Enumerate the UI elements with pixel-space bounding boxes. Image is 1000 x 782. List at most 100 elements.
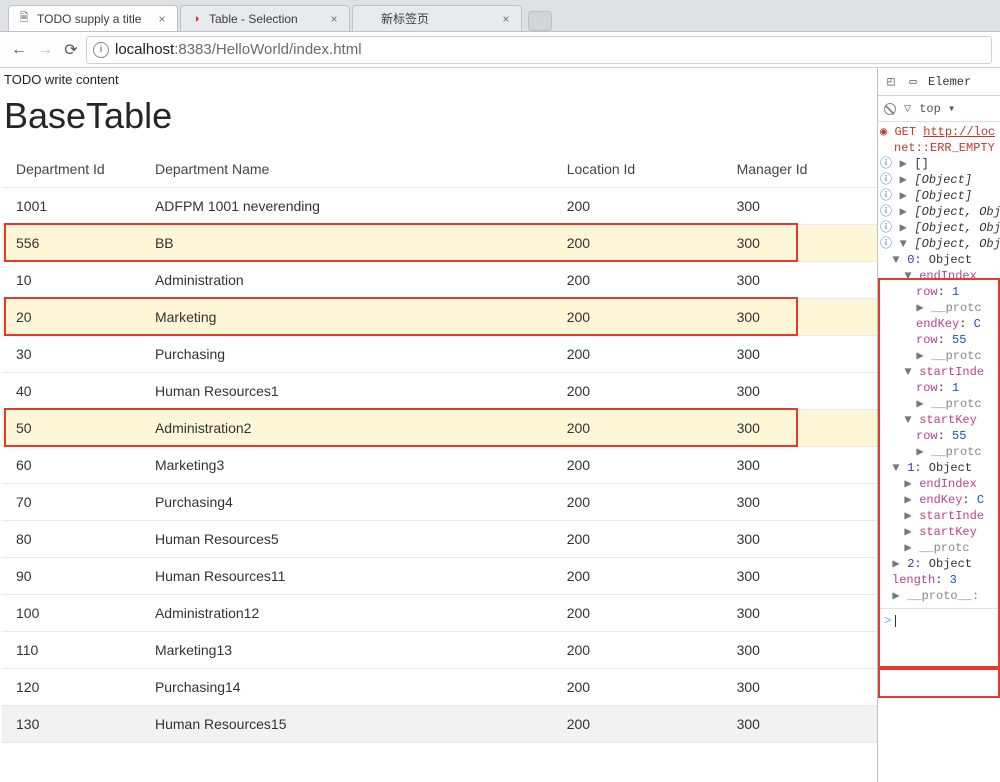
inspect-element-icon[interactable]: ◰ — [884, 75, 898, 89]
devtools-tab-elements[interactable]: Elemer — [928, 75, 971, 89]
console-tree-line[interactable]: row: 1 — [880, 284, 1000, 300]
console-tree-line[interactable]: ▶ __protc — [880, 300, 1000, 316]
cell-id: 60 — [2, 447, 141, 484]
tab-title: TODO supply a title — [37, 12, 155, 26]
table-row[interactable]: 1001ADFPM 1001 neverending200300 — [2, 188, 877, 225]
col-location-id[interactable]: Location Id — [553, 151, 723, 188]
console-error-net: net::ERR_EMPTY — [880, 140, 1000, 156]
cell-mgr: 300 — [723, 669, 877, 706]
table-row[interactable]: 30Purchasing200300 — [2, 336, 877, 373]
table-header-row: Department Id Department Name Location I… — [2, 151, 877, 188]
cell-mgr: 300 — [723, 410, 877, 447]
console-tree-line[interactable]: ▼ 1: Object — [880, 460, 1000, 476]
cell-mgr: 300 — [723, 447, 877, 484]
cell-name: Human Resources1 — [141, 373, 553, 410]
console-tree-line[interactable]: ▶ __protc — [880, 444, 1000, 460]
table-row[interactable]: 40Human Resources1200300 — [2, 373, 877, 410]
close-icon[interactable]: × — [499, 12, 513, 26]
table-row[interactable]: 130Human Resources15200300 — [2, 706, 877, 743]
departments-table: Department Id Department Name Location I… — [2, 151, 877, 743]
table-row[interactable]: 80Human Resources5200300 — [2, 521, 877, 558]
cell-id: 110 — [2, 632, 141, 669]
new-tab-button[interactable] — [528, 11, 552, 31]
console-tree-line[interactable]: ▶ startKey — [880, 524, 1000, 540]
cell-loc: 200 — [553, 558, 723, 595]
cell-name: Marketing — [141, 299, 553, 336]
cell-loc: 200 — [553, 225, 723, 262]
console-tree-line[interactable]: ▶ __proto__: — [880, 588, 1000, 604]
site-info-icon[interactable]: i — [93, 42, 109, 58]
back-button[interactable]: ← — [8, 39, 30, 61]
table-row[interactable]: 70Purchasing4200300 — [2, 484, 877, 521]
console-tree-line[interactable]: ▼ startInde — [880, 364, 1000, 380]
page-pretext: TODO write content — [2, 70, 877, 89]
cell-loc: 200 — [553, 669, 723, 706]
console-tree-line[interactable]: length: 3 — [880, 572, 1000, 588]
table-row[interactable]: 556BB200300 — [2, 225, 877, 262]
clear-console-icon[interactable] — [884, 103, 896, 115]
cell-mgr: 300 — [723, 373, 877, 410]
cell-name: Purchasing4 — [141, 484, 553, 521]
device-toggle-icon[interactable]: ▭ — [906, 75, 920, 89]
browser-tab-1[interactable]: ◑ Table - Selection × — [180, 5, 350, 31]
console-tree-line[interactable]: ▼ 0: Object — [880, 252, 1000, 268]
cell-mgr: 300 — [723, 484, 877, 521]
console-tree-line[interactable]: ▶ __protc — [880, 540, 1000, 556]
console-tree-line[interactable]: ▶ __protc — [880, 396, 1000, 412]
close-icon[interactable]: × — [327, 12, 341, 26]
console-tree-line[interactable]: ⓘ ▼ [Object, Obj — [880, 236, 1000, 252]
console-line[interactable]: ⓘ ▶ [Object] — [880, 172, 1000, 188]
console-tree-line[interactable]: ▶ endIndex — [880, 476, 1000, 492]
table-row[interactable]: 100Administration12200300 — [2, 595, 877, 632]
console-tree-line[interactable]: ▶ 2: Object — [880, 556, 1000, 572]
console-tree-line[interactable]: endKey: C — [880, 316, 1000, 332]
console-tree-line[interactable]: ▼ endIndex — [880, 268, 1000, 284]
cell-name: BB — [141, 225, 553, 262]
console-tree-line[interactable]: ▶ endKey: C — [880, 492, 1000, 508]
cell-loc: 200 — [553, 595, 723, 632]
context-selector[interactable]: top ▾ — [919, 101, 955, 116]
cell-mgr: 300 — [723, 262, 877, 299]
table-row[interactable]: 120Purchasing14200300 — [2, 669, 877, 706]
cell-loc: 200 — [553, 410, 723, 447]
console-line[interactable]: ⓘ ▶ [] — [880, 156, 1000, 172]
col-department-name[interactable]: Department Name — [141, 151, 553, 188]
devtools-prompt-highlight — [878, 668, 1000, 698]
table-row[interactable]: 60Marketing3200300 — [2, 447, 877, 484]
console-prompt[interactable]: > — [880, 608, 1000, 633]
cell-mgr: 300 — [723, 188, 877, 225]
table-row[interactable]: 20Marketing200300 — [2, 299, 877, 336]
address-bar[interactable]: i localhost:8383/HelloWorld/index.html — [86, 36, 992, 64]
cell-id: 130 — [2, 706, 141, 743]
tab-title: Table - Selection — [209, 12, 327, 26]
col-manager-id[interactable]: Manager Id — [723, 151, 877, 188]
table-row[interactable]: 90Human Resources11200300 — [2, 558, 877, 595]
browser-tab-strip: 🗎 TODO supply a title × ◑ Table - Select… — [0, 0, 1000, 32]
console-line[interactable]: ⓘ ▶ [Object] — [880, 188, 1000, 204]
console-line[interactable]: ⓘ ▶ [Object, Obj — [880, 204, 1000, 220]
page-viewport: TODO write content BaseTable Department … — [0, 68, 878, 782]
col-department-id[interactable]: Department Id — [2, 151, 141, 188]
forward-button[interactable]: → — [34, 39, 56, 61]
filter-icon[interactable]: ▽ — [904, 101, 911, 116]
reload-button[interactable]: ⟳ — [60, 39, 82, 61]
console-tree-line[interactable]: ▼ startKey — [880, 412, 1000, 428]
cell-id: 556 — [2, 225, 141, 262]
table-row[interactable]: 10Administration200300 — [2, 262, 877, 299]
browser-tab-2[interactable]: 新标签页 × — [352, 5, 522, 31]
browser-tab-0[interactable]: 🗎 TODO supply a title × — [8, 5, 178, 31]
console-tree-line[interactable]: row: 55 — [880, 428, 1000, 444]
page-icon: 🗎 — [17, 12, 31, 26]
table-row[interactable]: 110Marketing13200300 — [2, 632, 877, 669]
console-tree-line[interactable]: row: 55 — [880, 332, 1000, 348]
console-tree-line[interactable]: ▶ startInde — [880, 508, 1000, 524]
table-row[interactable]: 50Administration2200300 — [2, 410, 877, 447]
console-line[interactable]: ⓘ ▶ [Object, Obj — [880, 220, 1000, 236]
console-tree-line[interactable]: ▶ __protc — [880, 348, 1000, 364]
cell-id: 70 — [2, 484, 141, 521]
cell-mgr: 300 — [723, 521, 877, 558]
console-tree-line[interactable]: row: 1 — [880, 380, 1000, 396]
cell-id: 40 — [2, 373, 141, 410]
url-text: localhost:8383/HelloWorld/index.html — [115, 41, 362, 58]
close-icon[interactable]: × — [155, 12, 169, 26]
